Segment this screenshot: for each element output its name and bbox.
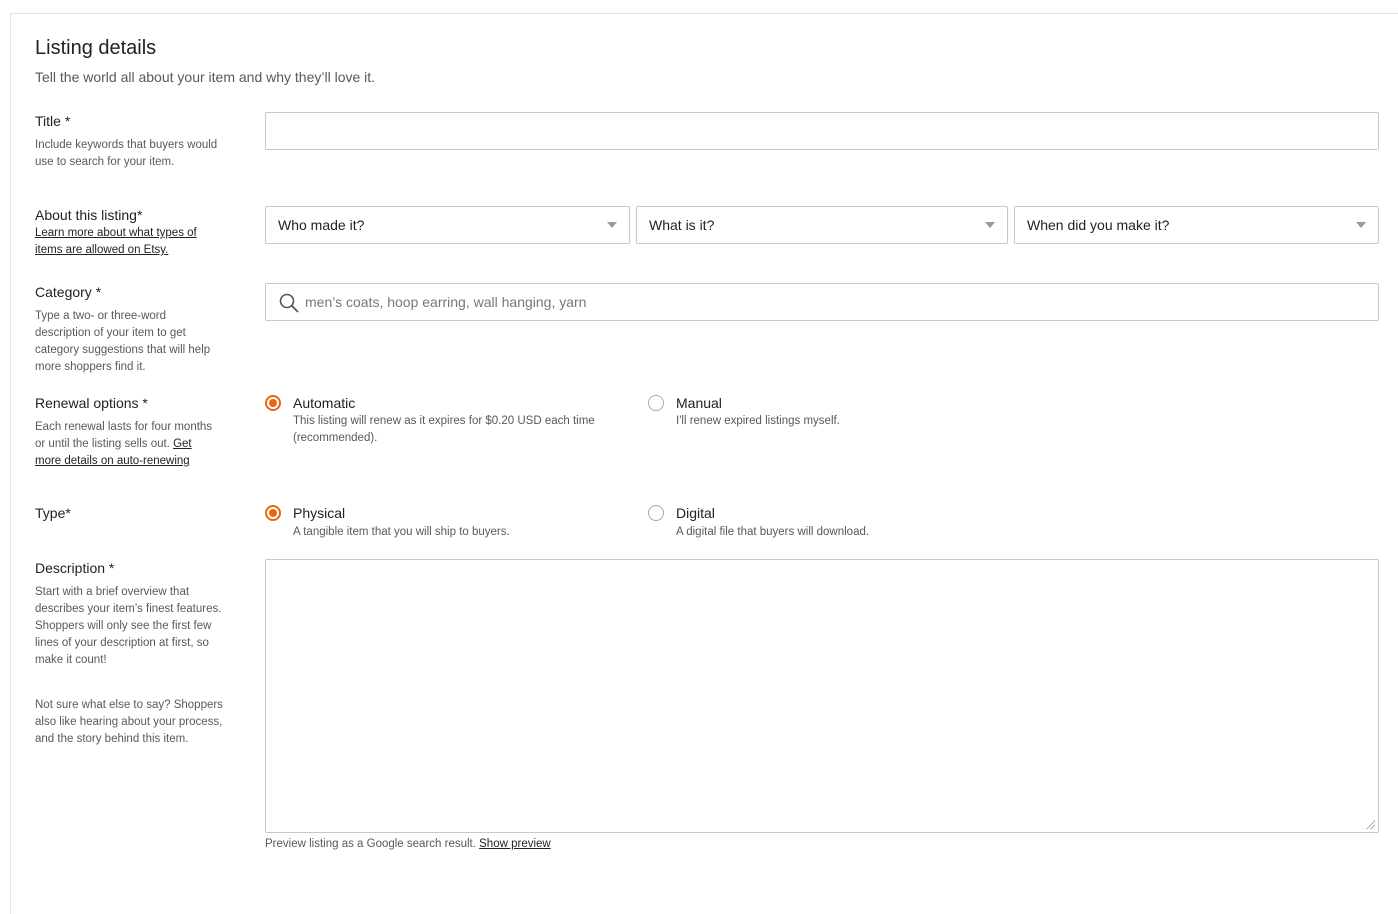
renewal-automatic-title: Automatic <box>293 395 356 411</box>
type-physical-desc: A tangible item that you will ship to bu… <box>293 526 510 538</box>
renewal-manual-desc: I'll renew expired listings myself. <box>676 415 840 427</box>
about-learn-more-link[interactable]: Learn more about what types of items are… <box>35 225 225 259</box>
when-made-select[interactable]: When did you make it? <box>1014 206 1379 244</box>
when-made-value: When did you make it? <box>1027 217 1170 233</box>
chevron-down-icon <box>1356 222 1366 228</box>
renewal-label: Renewal options * <box>35 395 148 411</box>
type-physical-radio[interactable] <box>265 505 281 521</box>
type-digital-radio[interactable] <box>648 505 664 521</box>
title-input[interactable] <box>265 112 1379 150</box>
description-help-2: Not sure what else to say? Shoppers also… <box>35 699 223 745</box>
chevron-down-icon <box>607 222 617 228</box>
category-search-field[interactable]: men’s coats, hoop earring, wall hanging,… <box>265 283 1379 321</box>
renewal-manual-title: Manual <box>676 395 722 411</box>
type-digital-title: Digital <box>676 505 715 521</box>
who-made-it-select[interactable]: Who made it? <box>265 206 630 244</box>
category-placeholder: men’s coats, hoop earring, wall hanging,… <box>305 294 587 310</box>
chevron-down-icon <box>985 222 995 228</box>
about-label: About this listing* <box>35 207 143 223</box>
renewal-automatic-desc: This listing will renew as it expires fo… <box>293 415 595 444</box>
title-help: Include keywords that buyers would use t… <box>35 139 218 168</box>
renewal-automatic-radio[interactable] <box>265 395 281 411</box>
renewal-manual-radio[interactable] <box>648 395 664 411</box>
what-is-it-select[interactable]: What is it? <box>636 206 1008 244</box>
description-textarea[interactable] <box>265 559 1379 833</box>
renewal-help: Each renewal lasts for four months or un… <box>35 419 220 470</box>
show-preview-link[interactable]: Show preview <box>479 838 551 850</box>
page-title: Listing details <box>35 37 157 59</box>
search-icon <box>279 293 299 313</box>
category-help: Type a two- or three-word description of… <box>35 310 211 373</box>
resize-handle-icon[interactable] <box>1365 819 1375 829</box>
type-label: Type* <box>35 505 71 521</box>
description-label: Description * <box>35 560 115 576</box>
description-help-1: Start with a brief overview that describ… <box>35 586 222 666</box>
type-digital-desc: A digital file that buyers will download… <box>676 526 870 538</box>
what-is-it-value: What is it? <box>649 217 715 233</box>
title-label: Title * <box>35 113 71 129</box>
type-physical-title: Physical <box>293 505 346 521</box>
preview-text: Preview listing as a Google search resul… <box>265 838 476 850</box>
who-made-it-value: Who made it? <box>278 217 365 233</box>
category-label: Category * <box>35 284 102 300</box>
page-subtitle: Tell the world all about your item and w… <box>35 69 376 85</box>
preview-row: Preview listing as a Google search resul… <box>265 838 551 850</box>
